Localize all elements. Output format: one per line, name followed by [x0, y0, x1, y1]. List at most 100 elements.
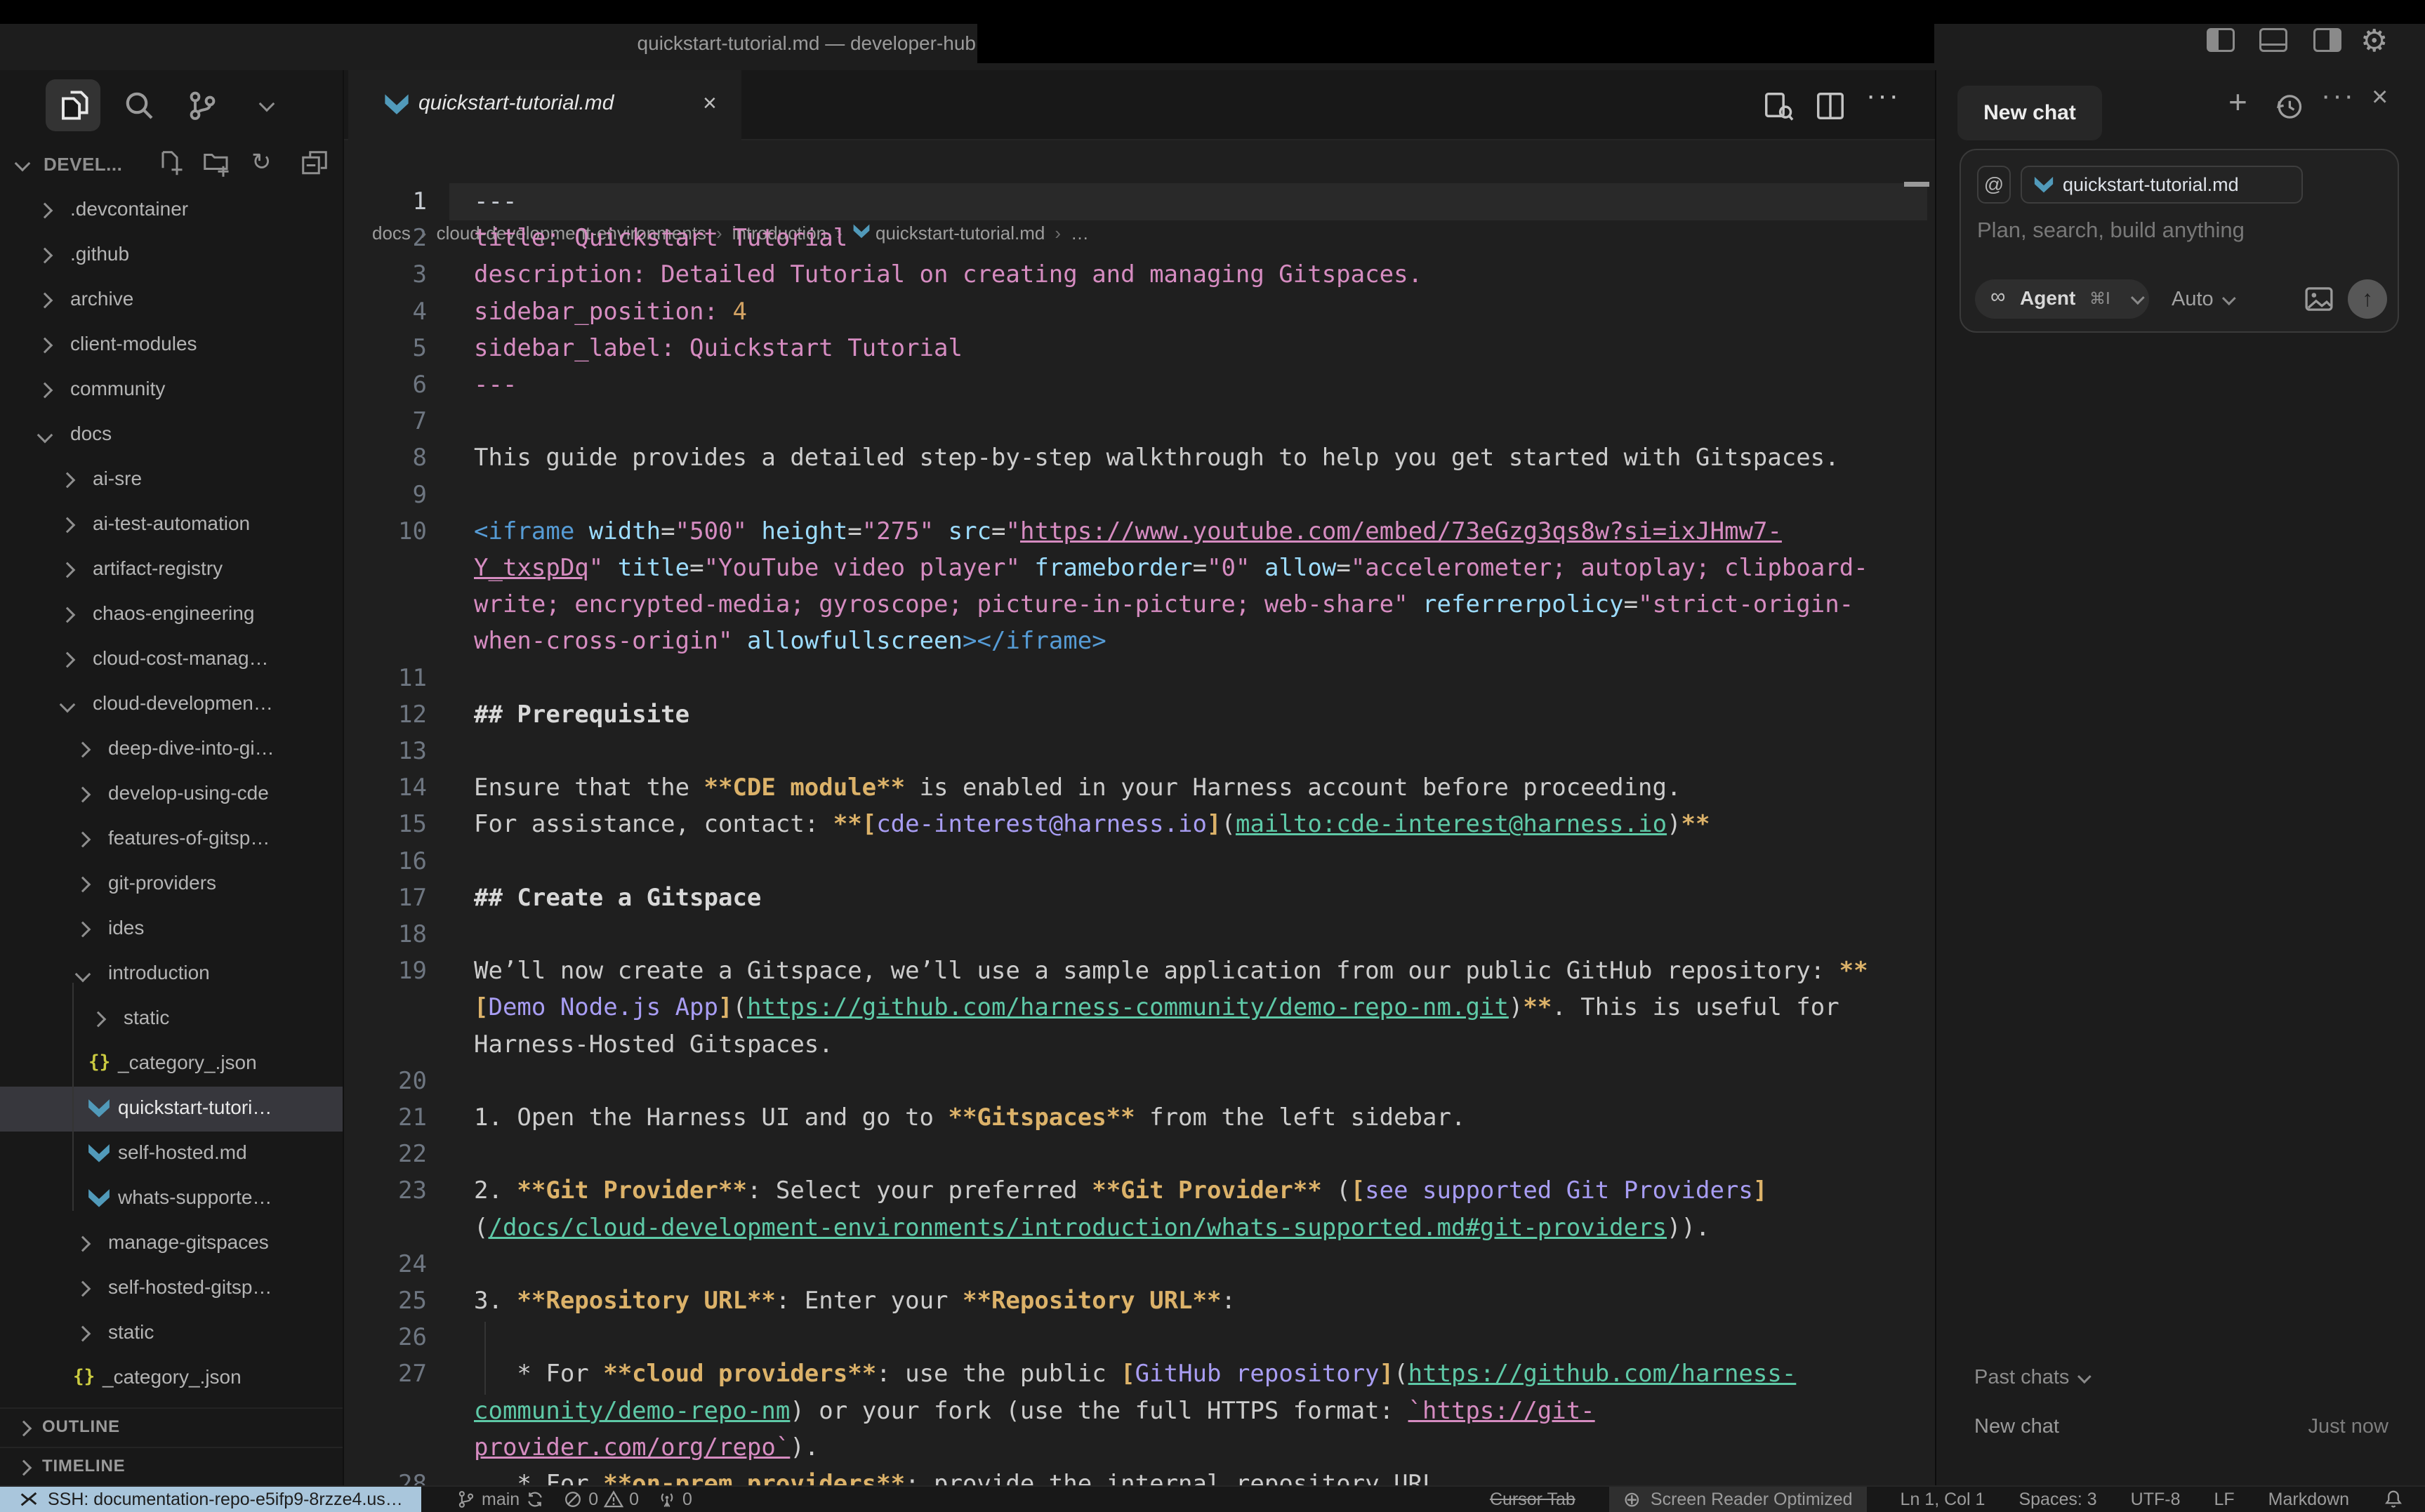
agent-mode-selector[interactable]: ∞ Agent ⌘I [1975, 279, 2149, 319]
editor-line[interactable]: 17## Create a Gitspace [344, 880, 1935, 917]
search-icon[interactable] [122, 88, 156, 122]
tree-item-git-providers[interactable]: git-providers [0, 862, 343, 907]
toggle-panel-icon[interactable] [2259, 28, 2287, 52]
tree-item--category-.json[interactable]: {}_category_.json [0, 1356, 343, 1401]
encoding-indicator[interactable]: UTF-8 [2131, 1490, 2181, 1510]
screen-reader-indicator[interactable]: ⊕ Screen Reader Optimized [1609, 1487, 1867, 1512]
toggle-secondary-sidebar-icon[interactable] [2313, 28, 2341, 52]
past-chat-item[interactable]: New chat Just now [1974, 1415, 2388, 1438]
editor-line[interactable]: 2title: Quickstart Tutorial [344, 220, 1935, 257]
new-folder-icon[interactable] [202, 150, 230, 178]
tree-item-archive[interactable]: archive [0, 278, 343, 323]
editor-line[interactable]: 253. **Repository URL**: Enter your **Re… [344, 1282, 1935, 1320]
editor-line[interactable]: 20 [344, 1063, 1935, 1100]
cursor-position[interactable]: Ln 1, Col 1 [1901, 1490, 1985, 1510]
editor-line[interactable]: 22 [344, 1136, 1935, 1173]
send-button[interactable]: ↑ [2348, 279, 2387, 319]
editor-line[interactable]: 27 * For **cloud providers**: use the pu… [344, 1355, 1935, 1393]
tree-item-community[interactable]: community [0, 368, 343, 413]
toggle-primary-sidebar-icon[interactable] [2207, 28, 2235, 52]
remote-indicator[interactable]: SSH: documentation-repo-e5ifp9-8rzze4.us… [0, 1487, 421, 1512]
chat-placeholder[interactable]: Plan, search, build anything [1977, 218, 2245, 243]
tree-item-ai-test-automation[interactable]: ai-test-automation [0, 503, 343, 548]
notifications-bell-icon[interactable] [2383, 1489, 2404, 1510]
chat-close-icon[interactable]: × [2372, 81, 2388, 113]
tree-item-static[interactable]: static [0, 1311, 343, 1356]
editor-line[interactable]: 15For assistance, contact: **[cde-intere… [344, 806, 1935, 843]
editor-line[interactable]: 10<iframe width="500" height="275" src="… [344, 513, 1935, 550]
tree-item-ai-sre[interactable]: ai-sre [0, 458, 343, 503]
eol-indicator[interactable]: LF [2214, 1490, 2234, 1510]
editor-line[interactable]: provider.com/org/repo`). [344, 1429, 1935, 1466]
refresh-icon[interactable]: ↻ [251, 148, 272, 176]
problems-indicator[interactable]: 0 0 [563, 1490, 639, 1510]
editor-line[interactable]: Harness-Hosted Gitspaces. [344, 1026, 1935, 1063]
explorer-collapse-chevron-icon[interactable] [15, 156, 31, 172]
chat-title-tab[interactable]: New chat [1957, 86, 2102, 140]
tree-item-introduction[interactable]: introduction [0, 952, 343, 997]
editor-line[interactable]: (/docs/cloud-development-environments/in… [344, 1209, 1935, 1247]
editor-line[interactable]: [Demo Node.js App](https://github.com/ha… [344, 989, 1935, 1026]
editor-line[interactable]: community/demo-repo-nm) or your fork (us… [344, 1393, 1935, 1430]
editor-line[interactable]: 4sidebar_position: 4 [344, 293, 1935, 331]
editor-line[interactable]: 11 [344, 660, 1935, 697]
tree-item-self-hosted-gitsp-[interactable]: self-hosted-gitsp… [0, 1266, 343, 1311]
editor-line[interactable]: 7 [344, 403, 1935, 440]
editor-line[interactable]: 6--- [344, 366, 1935, 404]
editor-line[interactable]: 232. **Git Provider**: Select your prefe… [344, 1172, 1935, 1209]
tree-item-self-hosted.md[interactable]: self-hosted.md [0, 1132, 343, 1176]
tree-item-deep-dive-into-gi-[interactable]: deep-dive-into-gi… [0, 727, 343, 772]
chat-more-icon[interactable]: ··· [2321, 80, 2355, 112]
editor-line[interactable]: 19We’ll now create a Gitspace, we’ll use… [344, 953, 1935, 990]
explorer-section-header[interactable]: DEVEL... ↻ [0, 144, 343, 187]
editor-line[interactable]: Y_txspDq" title="YouTube video player" f… [344, 550, 1935, 587]
tree-item-whats-supporte-[interactable]: whats-supporte… [0, 1176, 343, 1221]
past-chats-toggle[interactable]: Past chats [1974, 1366, 2087, 1389]
settings-gear-icon[interactable]: ⚙ [2360, 23, 2388, 59]
attach-image-icon[interactable] [2304, 284, 2334, 314]
editor-line[interactable]: write; encrypted-media; gyroscope; pictu… [344, 586, 1935, 623]
more-views-chevron-icon[interactable] [259, 96, 275, 112]
git-branch-indicator[interactable]: main [456, 1490, 545, 1510]
explorer-icon[interactable] [57, 88, 91, 122]
tree-item-.devcontainer[interactable]: .devcontainer [0, 188, 343, 233]
collapse-all-icon[interactable] [300, 150, 329, 178]
tree-item-develop-using-cde[interactable]: develop-using-cde [0, 772, 343, 817]
tree-item-quickstart-tutori-[interactable]: quickstart-tutori… [0, 1087, 343, 1132]
editor-line[interactable]: 24 [344, 1246, 1935, 1283]
history-icon[interactable] [2273, 91, 2304, 122]
ports-indicator[interactable]: 0 [657, 1490, 692, 1510]
editor-line[interactable]: when-cross-origin" allowfullscreen></ifr… [344, 623, 1935, 660]
tree-item-docs[interactable]: docs [0, 413, 343, 458]
editor-line[interactable]: 26 [344, 1319, 1935, 1356]
explorer-root-label[interactable]: DEVEL... [44, 154, 122, 175]
editor-line[interactable]: 3description: Detailed Tutorial on creat… [344, 256, 1935, 293]
indentation-indicator[interactable]: Spaces: 3 [2018, 1490, 2096, 1510]
tree-item--category-.json[interactable]: {}_category_.json [0, 1042, 343, 1087]
tree-item-manage-gitspaces[interactable]: manage-gitspaces [0, 1221, 343, 1266]
new-file-icon[interactable] [156, 150, 184, 178]
tree-item-chaos-engineering[interactable]: chaos-engineering [0, 592, 343, 637]
cursor-tab-indicator[interactable]: Cursor Tab [1490, 1490, 1575, 1510]
tree-item-client-modules[interactable]: client-modules [0, 323, 343, 368]
editor-line[interactable]: 18 [344, 916, 1935, 953]
editor-line[interactable]: 1--- [344, 183, 1935, 220]
editor-line[interactable]: 14Ensure that the **CDE module** is enab… [344, 769, 1935, 807]
editor-line[interactable]: 5sidebar_label: Quickstart Tutorial [344, 330, 1935, 367]
tree-item-ides[interactable]: ides [0, 907, 343, 952]
add-context-button[interactable]: @ [1977, 166, 2011, 204]
context-file-pill[interactable]: quickstart-tutorial.md [2021, 166, 2303, 204]
tree-item-features-of-gitsp-[interactable]: features-of-gitsp… [0, 817, 343, 862]
outline-section[interactable]: OUTLINE [0, 1407, 343, 1448]
source-control-icon[interactable] [185, 88, 218, 122]
editor-line[interactable]: 211. Open the Harness UI and go to **Git… [344, 1099, 1935, 1136]
tree-item-static[interactable]: static [0, 997, 343, 1042]
editor-line[interactable]: 8This guide provides a detailed step-by-… [344, 439, 1935, 477]
new-chat-icon[interactable]: + [2228, 83, 2247, 121]
editor-line[interactable]: 16 [344, 843, 1935, 880]
model-selector[interactable]: Auto [2172, 288, 2232, 311]
chat-input-box[interactable]: @ quickstart-tutorial.md Plan, search, b… [1960, 149, 2399, 333]
tree-item-.github[interactable]: .github [0, 233, 343, 278]
tree-item-cloud-cost-manag-[interactable]: cloud-cost-manag… [0, 637, 343, 682]
editor-line[interactable]: 13 [344, 733, 1935, 770]
